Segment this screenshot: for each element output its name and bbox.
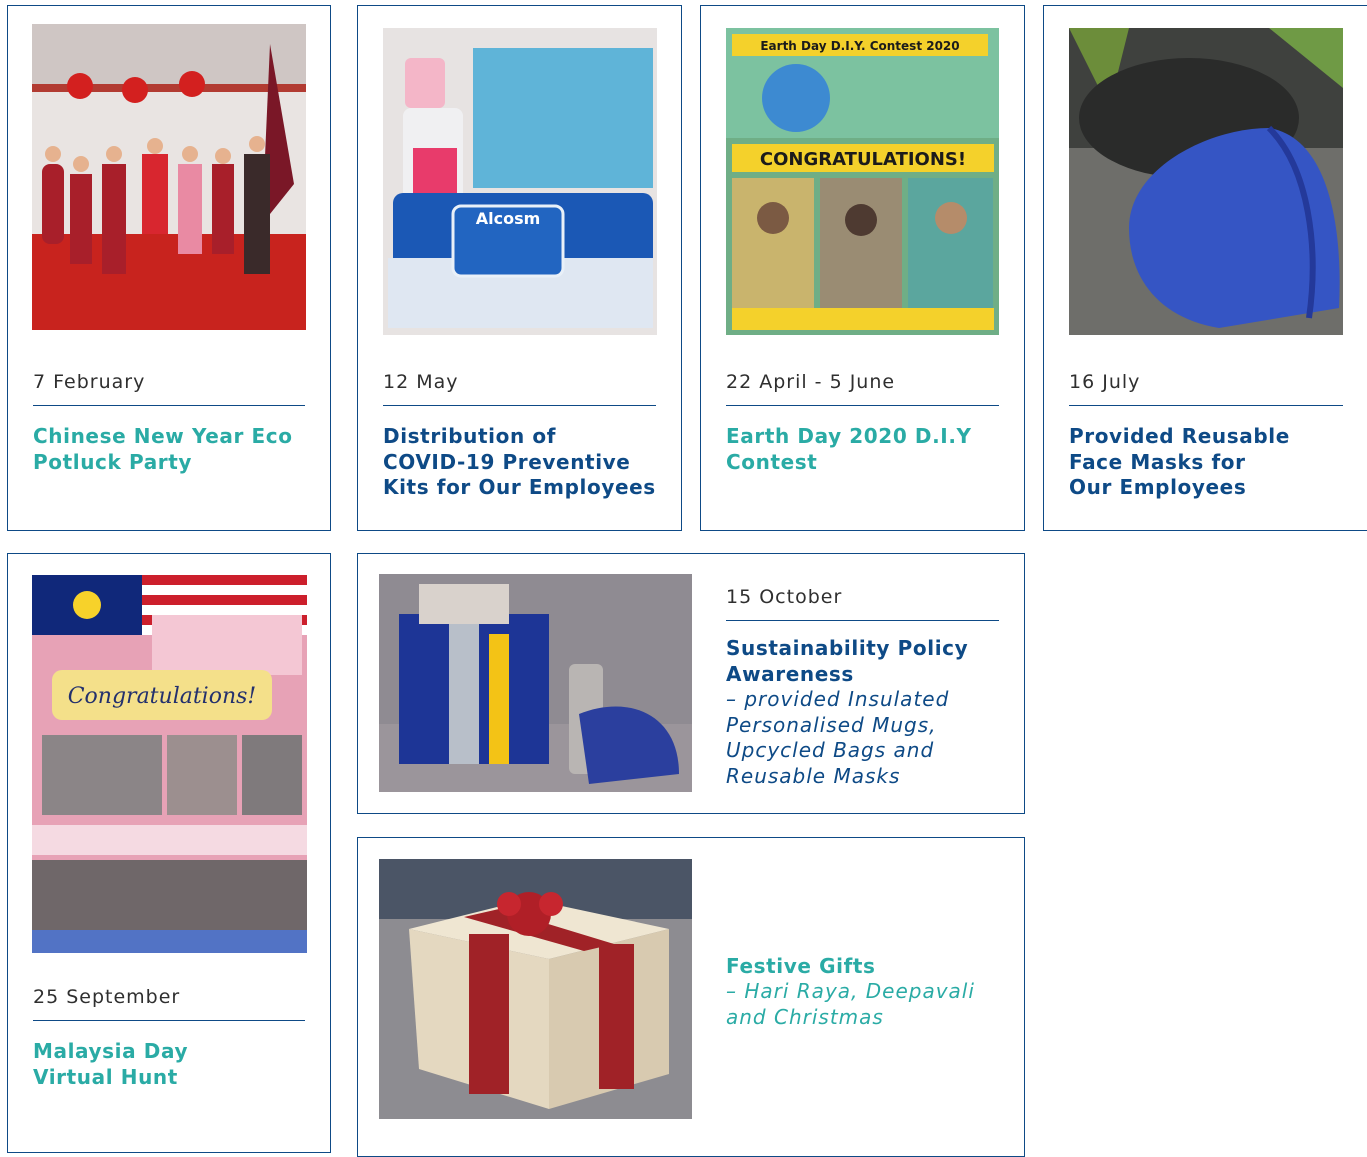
event-subtitle-line: Reusable Masks — [726, 763, 901, 788]
event-title: Distribution of COVID-19 Preventive Kits… — [383, 424, 656, 501]
event-title-line: Contest — [726, 449, 818, 474]
event-title-line: Provided Reusable — [1069, 424, 1290, 448]
divider — [33, 405, 305, 406]
event-title: Earth Day 2020 D.I.Y Contest — [726, 424, 972, 475]
event-date: 15 October — [726, 586, 843, 608]
event-subtitle-line: Upcycled Bags and — [726, 738, 935, 762]
event-subtitle-line: Personalised Mugs, — [726, 712, 937, 737]
event-photo — [1069, 28, 1343, 335]
event-card-sustainability: 15 October Sustainability Policy Awarene… — [357, 553, 1025, 814]
image-text: Earth Day D.I.Y. Contest 2020 — [760, 39, 959, 53]
event-title-line: Potluck Party — [33, 449, 193, 474]
divider — [33, 1020, 305, 1021]
event-title-line: Malaysia Day — [33, 1039, 189, 1063]
event-title: Sustainability Policy Awareness — [726, 636, 968, 687]
event-subtitle: – provided Insulated Personalised Mugs, … — [726, 687, 949, 789]
event-date: 25 September — [33, 986, 181, 1008]
event-title-line: Sustainability Policy — [726, 636, 969, 660]
event-title-line: Kits for Our Employees — [383, 475, 656, 499]
event-date: 16 July — [1069, 371, 1141, 393]
event-title-line: Face Masks for — [1069, 449, 1246, 474]
event-title-line: Awareness — [726, 661, 854, 686]
event-title-line: Our Employees — [1069, 475, 1247, 499]
event-photo — [32, 24, 306, 330]
event-title-line: Virtual Hunt — [33, 1064, 178, 1089]
event-card-cny: 7 February Chinese New Year Eco Potluck … — [7, 5, 331, 531]
event-card-face-masks: 16 July Provided Reusable Face Masks for… — [1043, 5, 1367, 531]
event-photo: Earth Day D.I.Y. Contest 2020 CONGRATULA… — [726, 28, 999, 335]
event-date: 12 May — [383, 371, 459, 393]
divider — [726, 405, 999, 406]
event-subtitle: – Hari Raya, Deepavali and Christmas — [726, 979, 975, 1030]
event-title-line: Festive Gifts — [726, 954, 876, 978]
event-photo: Congratulations! — [32, 575, 307, 953]
event-title: Festive Gifts — [726, 954, 876, 980]
event-title-line: Chinese New Year Eco — [33, 424, 293, 448]
event-subtitle-line: – Hari Raya, Deepavali — [726, 979, 975, 1003]
event-subtitle-line: and Christmas — [726, 1004, 884, 1029]
divider — [1069, 405, 1343, 406]
event-title-line: Distribution of — [383, 424, 556, 448]
event-subtitle-line: – provided Insulated — [726, 687, 950, 711]
event-title-line: COVID-19 Preventive — [383, 449, 631, 474]
divider — [383, 405, 656, 406]
divider — [726, 620, 999, 621]
event-photo: Alcosm — [383, 28, 657, 335]
event-photo — [379, 574, 692, 792]
image-text: CONGRATULATIONS! — [760, 149, 966, 170]
event-title: Chinese New Year Eco Potluck Party — [33, 424, 293, 475]
image-text: Alcosm — [476, 209, 541, 228]
event-date: 7 February — [33, 371, 146, 393]
event-title: Provided Reusable Face Masks for Our Emp… — [1069, 424, 1290, 501]
event-photo — [379, 859, 692, 1119]
event-card-malaysia-day: Congratulations! 25 September Malaysia D… — [7, 553, 331, 1153]
event-title-line: Earth Day 2020 D.I.Y — [726, 424, 972, 448]
event-card-covid-kits: Alcosm 12 May Distribution of COVID-19 P… — [357, 5, 682, 531]
event-date: 22 April - 5 June — [726, 371, 896, 393]
event-title: Malaysia Day Virtual Hunt — [33, 1039, 188, 1090]
event-card-earth-day: Earth Day D.I.Y. Contest 2020 CONGRATULA… — [700, 5, 1025, 531]
event-card-festive-gifts: Festive Gifts – Hari Raya, Deepavali and… — [357, 837, 1025, 1157]
image-text: Congratulations! — [68, 684, 257, 709]
